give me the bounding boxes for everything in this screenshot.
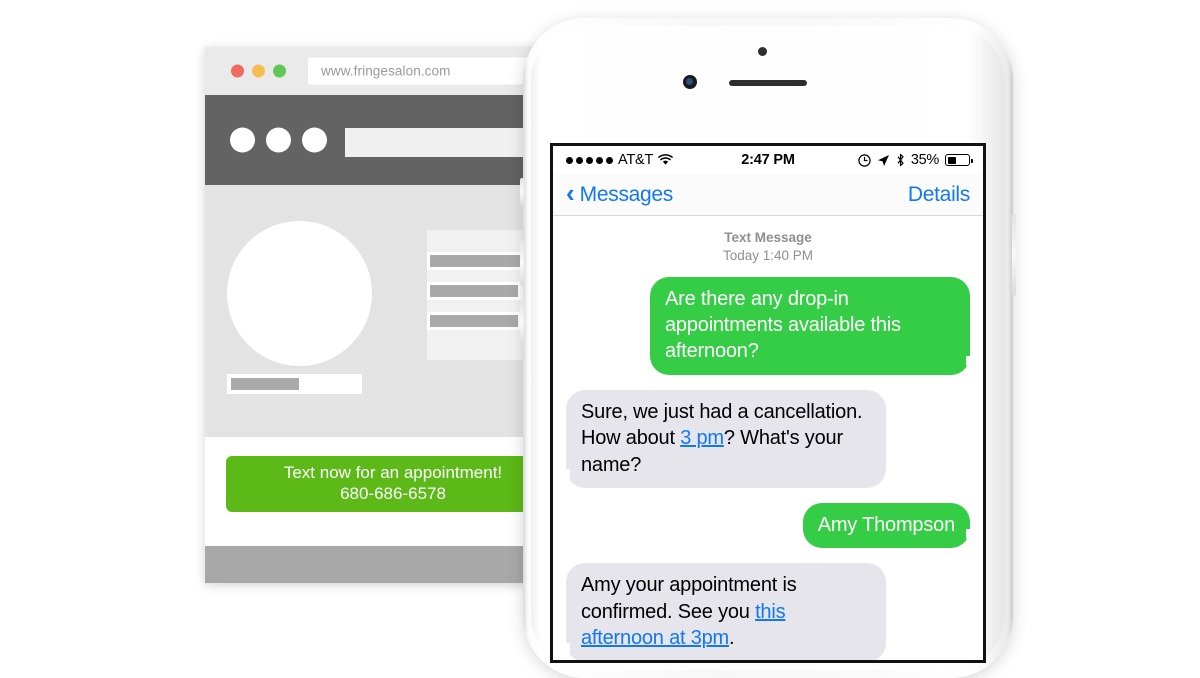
signal-strength-icon <box>566 156 613 164</box>
mute-switch[interactable] <box>520 178 524 206</box>
website-header <box>205 95 540 185</box>
nav-placeholder-dot <box>302 127 327 153</box>
status-bar-right: 35% <box>858 152 973 168</box>
earpiece-speaker-icon <box>729 80 807 86</box>
iphone-device: AT&T 2:47 PM 35% ‹ Messages Details Text… <box>520 18 1016 678</box>
battery-icon <box>945 154 973 166</box>
traffic-lights <box>231 64 286 78</box>
website-footer <box>205 546 540 583</box>
front-camera-icon <box>683 75 697 89</box>
wifi-icon <box>658 154 674 166</box>
website-body <box>205 185 540 437</box>
website-header-placeholder-bar <box>345 128 540 157</box>
bluetooth-icon <box>896 153 905 167</box>
message-bubble-sent[interactable]: Amy Thompson <box>802 502 978 549</box>
hero-caption-placeholder <box>227 374 362 394</box>
messages-nav-bar: ‹ Messages Details <box>553 174 983 216</box>
messages-container: Are there any drop-in appointments avail… <box>559 276 978 660</box>
message-thread[interactable]: Text Message Today 1:40 PM Are there any… <box>553 216 983 660</box>
status-bar: AT&T 2:47 PM 35% <box>553 146 983 174</box>
close-window-button[interactable] <box>231 64 244 78</box>
back-button-label: Messages <box>579 182 674 206</box>
details-button[interactable]: Details <box>908 183 970 207</box>
message-row: Are there any drop-in appointments avail… <box>566 276 977 375</box>
battery-percent-label: 35% <box>910 152 939 168</box>
thread-type-label: Text Message <box>724 230 812 245</box>
status-bar-clock: 2:47 PM <box>741 152 795 168</box>
text-now-cta-banner[interactable]: Text now for an appointment! 680-686-657… <box>226 456 540 512</box>
message-text: Amy Thompson <box>817 513 955 536</box>
phone-screen: AT&T 2:47 PM 35% ‹ Messages Details Text… <box>550 143 986 663</box>
carrier-name: AT&T <box>618 152 654 168</box>
browser-chrome: www.fringesalon.com <box>205 47 540 95</box>
sidebar-placeholder-fill <box>430 315 518 327</box>
browser-window-mockup: www.fringesalon.com Text now for an appo… <box>205 47 540 583</box>
nav-placeholder-dot <box>230 127 255 153</box>
message-text: Are there any drop-in appointments avail… <box>665 287 901 363</box>
hero-image-placeholder <box>227 221 372 366</box>
message-row: Amy your appointment is confirmed. See y… <box>559 563 970 660</box>
location-arrow-icon <box>877 154 890 167</box>
back-to-messages-button[interactable]: ‹ Messages <box>566 178 674 208</box>
message-row: Amy Thompson <box>566 502 978 549</box>
alarm-icon <box>858 153 871 167</box>
thread-timestamp: Text Message Today 1:40 PM <box>566 229 970 265</box>
proximity-sensor-icon <box>758 47 767 56</box>
hero-caption-bar <box>231 378 299 390</box>
cta-phone-number: 680-686-6578 <box>340 484 446 503</box>
message-link[interactable]: 3 pm <box>680 427 724 449</box>
message-text: . <box>729 627 735 650</box>
sidebar-placeholder-fill <box>430 285 518 297</box>
website-nav-placeholder <box>230 127 327 153</box>
minimize-window-button[interactable] <box>252 64 265 78</box>
url-text: www.fringesalon.com <box>321 63 451 79</box>
status-bar-left: AT&T <box>566 152 674 168</box>
message-bubble-received[interactable]: Sure, we just had a cancellation. How ab… <box>559 389 886 489</box>
url-bar[interactable]: www.fringesalon.com <box>308 57 540 85</box>
nav-placeholder-dot <box>266 127 291 153</box>
message-bubble-sent[interactable]: Are there any drop-in appointments avail… <box>650 276 977 375</box>
zoom-window-button[interactable] <box>273 64 286 78</box>
volume-up-button[interactable] <box>520 240 524 286</box>
chevron-left-icon: ‹ <box>566 178 575 208</box>
message-bubble-received[interactable]: Amy your appointment is confirmed. See y… <box>559 563 886 660</box>
battery-fill <box>947 156 956 164</box>
cta-headline: Text now for an appointment! <box>283 463 503 483</box>
message-row: Sure, we just had a cancellation. How ab… <box>559 389 970 489</box>
thread-time-label: Today 1:40 PM <box>722 247 814 263</box>
power-button[interactable] <box>1012 214 1016 296</box>
volume-down-button[interactable] <box>520 300 524 346</box>
